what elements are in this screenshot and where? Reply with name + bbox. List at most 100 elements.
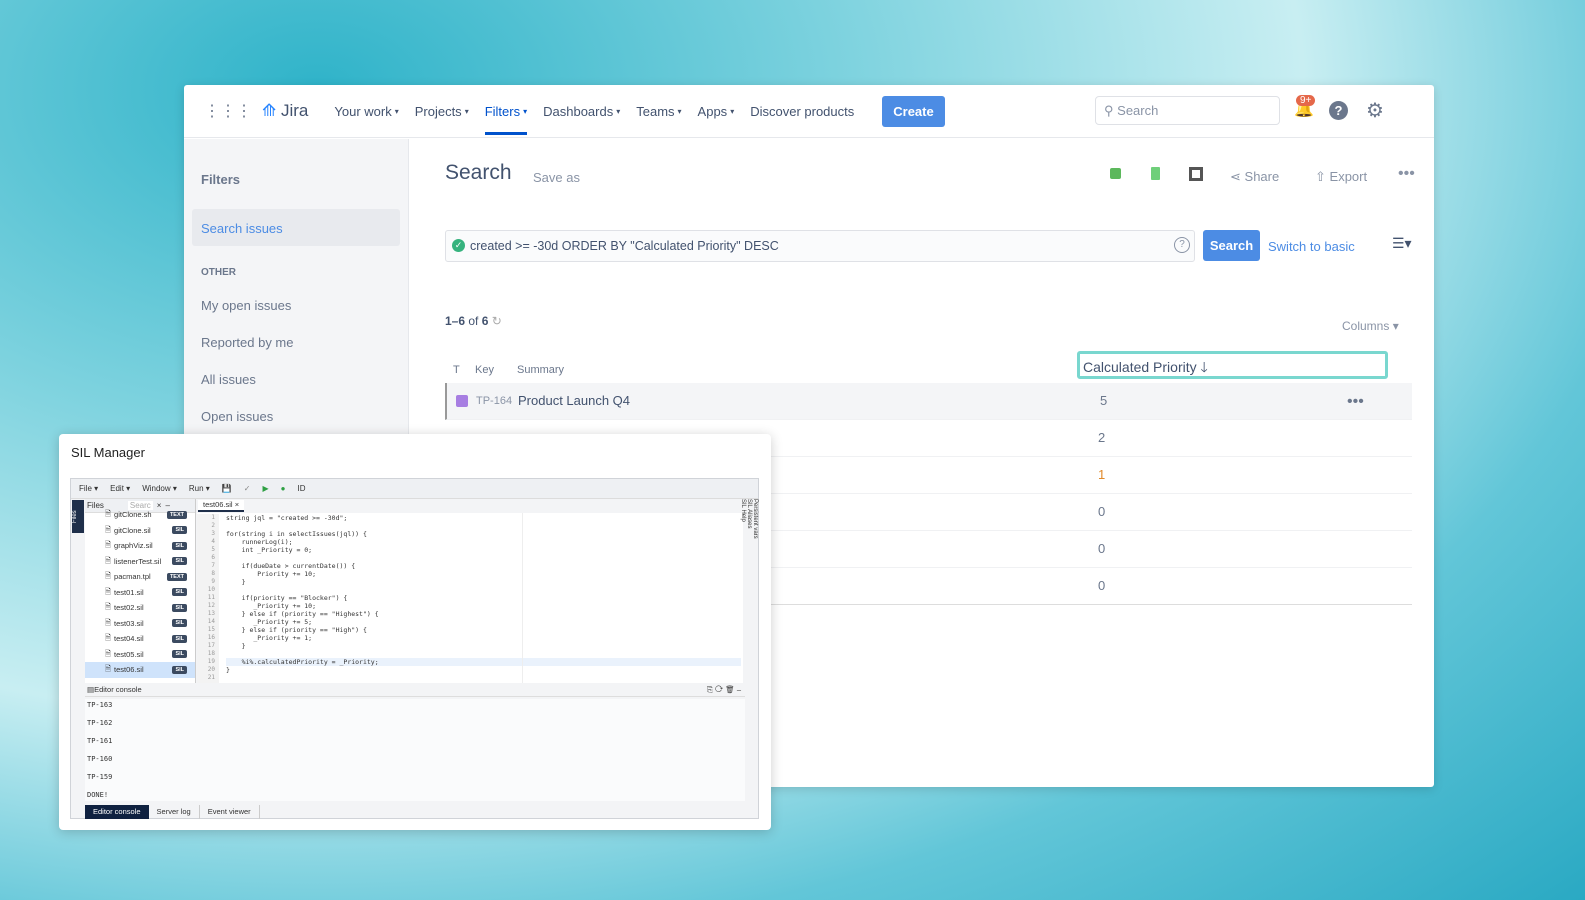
save-as-button[interactable]: Save as (533, 170, 580, 185)
copy-icon[interactable] (1189, 167, 1203, 181)
global-search-input[interactable]: ⚲ Search (1095, 96, 1280, 125)
file-item[interactable]: 🗎 pacman.tpl TEXT (85, 569, 195, 585)
excel-export-icon[interactable] (1110, 168, 1121, 179)
console-actions[interactable]: ⎘ ⟳ 🗑 – (707, 685, 741, 695)
columns-button[interactable]: Columns ▾ (1342, 319, 1399, 333)
files-side-tab[interactable]: Files (72, 500, 84, 533)
jql-query-input[interactable]: ✓ created >= -30d ORDER BY "Calculated Pr… (445, 230, 1195, 262)
nav-dashboards[interactable]: Dashboards ▾ (543, 104, 620, 119)
export-icon: ⇧ (1315, 169, 1326, 184)
file-item[interactable]: 🗎 test06.sil SIL (85, 662, 195, 678)
file-item[interactable]: 🗎 test02.sil SIL (85, 600, 195, 616)
more-actions-icon[interactable]: ••• (1398, 165, 1415, 183)
sidebar-item-search-issues[interactable]: Search issues (192, 209, 400, 246)
nav-your-work[interactable]: Your work ▾ (334, 104, 398, 119)
share-button[interactable]: ⋖ Share (1230, 169, 1279, 185)
file-type-badge: SIL (172, 665, 187, 674)
editor-tab[interactable]: test06.sil × (198, 500, 245, 512)
results-count: 1–6 of 6 ↻ (445, 314, 502, 328)
refresh-icon[interactable]: ↻ (492, 314, 502, 328)
file-item[interactable]: 🗎 test03.sil SIL (85, 616, 195, 632)
file-item[interactable]: 🗎 test01.sil SIL (85, 585, 195, 601)
save-icon[interactable]: 💾 (222, 484, 232, 493)
file-item[interactable]: 🗎 test05.sil SIL (85, 647, 195, 663)
jql-help-icon[interactable]: ? (1174, 237, 1190, 253)
line-number: 21 (207, 674, 215, 681)
calculated-priority-value: 0 (1098, 541, 1106, 556)
menu-window[interactable]: Window ▾ (142, 484, 177, 493)
settings-icon[interactable]: ⚙ (1366, 98, 1384, 123)
export-button[interactable]: ⇧ Export (1315, 169, 1367, 185)
file-icon: 🗎 (105, 571, 112, 581)
row-actions-icon[interactable]: ••• (1347, 393, 1364, 411)
create-button[interactable]: Create (882, 95, 945, 127)
menu-run[interactable]: Run ▾ (189, 484, 210, 493)
console-line: DONE! (87, 791, 109, 799)
sidebar-item-my-open-issues[interactable]: My open issues (201, 298, 291, 313)
sidebar-item-reported-by-me[interactable]: Reported by me (201, 335, 294, 350)
nav-discover-products[interactable]: Discover products (750, 104, 854, 119)
persistent-vars-tab[interactable]: Persistent vars (752, 499, 758, 567)
valid-check-icon: ✓ (452, 239, 465, 252)
nav-filters[interactable]: Filters ▾ (484, 88, 528, 135)
page-title: Search (445, 161, 512, 184)
file-type-badge: SIL (172, 526, 187, 535)
sheet-export-icon[interactable] (1151, 167, 1160, 180)
file-type-badge: TEXT (166, 510, 187, 519)
help-icon[interactable]: ? (1329, 101, 1348, 120)
id-icon[interactable]: ID (298, 484, 306, 493)
tab-editor-console[interactable]: Editor console (85, 805, 149, 819)
issue-summary[interactable]: Product Launch Q4 (518, 393, 630, 408)
debug-icon[interactable]: ● (281, 484, 286, 493)
tab-event-viewer[interactable]: Event viewer (200, 805, 260, 819)
file-item[interactable]: 🗎 graphViz.sil SIL (85, 538, 195, 554)
jira-logo[interactable]: ⟰ Jira (262, 101, 308, 121)
line-number: 6 (211, 554, 215, 561)
file-icon: 🗎 (105, 555, 112, 565)
file-item[interactable]: 🗎 test04.sil SIL (85, 631, 195, 647)
nav-projects[interactable]: Projects ▾ (415, 104, 469, 119)
line-number: 1 (211, 514, 215, 521)
app-switcher-icon[interactable]: ⋮⋮⋮ (204, 101, 252, 121)
menu-edit[interactable]: Edit ▾ (110, 484, 130, 493)
code-line: %i%.calculatedPriority = _Priority; (226, 658, 741, 666)
file-item[interactable]: 🗎 gitClone.sil SIL (85, 523, 195, 539)
file-icon: 🗎 (105, 524, 112, 534)
run-icon[interactable]: ▶ (263, 484, 269, 493)
code-line: Priority += 10; (226, 570, 317, 578)
column-header-summary[interactable]: Summary (517, 364, 564, 376)
check-icon[interactable]: ✓ (244, 484, 251, 493)
view-options-icon[interactable]: ☰▾ (1392, 235, 1412, 252)
column-header-type[interactable]: T (453, 364, 460, 376)
sidebar-item-open-issues[interactable]: Open issues (201, 409, 273, 424)
code-line: } (226, 578, 246, 586)
table-row[interactable]: TP-164 Product Launch Q4 5 ••• (445, 383, 1412, 420)
issue-key[interactable]: TP-164 (476, 395, 512, 407)
nav-apps[interactable]: Apps ▾ (698, 104, 735, 119)
nav-teams[interactable]: Teams ▾ (636, 104, 681, 119)
editor-console-output[interactable]: TP-163 TP-162 TP-161 TP-160 TP-159 DONE! (85, 699, 745, 801)
console-header: ▤Editor console ⎘ ⟳ 🗑 – (85, 685, 745, 697)
line-number: 15 (207, 626, 215, 633)
sil-aliases-tab[interactable]: SIL Aliases (746, 499, 752, 555)
file-item[interactable]: 🗎 gitClone.sh TEXT (85, 507, 195, 523)
file-icon: 🗎 (105, 509, 112, 519)
search-button[interactable]: Search (1203, 230, 1260, 261)
file-type-badge: SIL (172, 619, 187, 628)
console-line: TP-163 (87, 701, 113, 709)
code-line: _Priority += 10; (226, 602, 317, 610)
sil-help-tab[interactable]: SIL Help (740, 499, 746, 522)
sidebar-item-all-issues[interactable]: All issues (201, 372, 256, 387)
column-header-key[interactable]: Key (475, 364, 494, 376)
column-header-calculated-priority[interactable]: Calculated Priority 🡓 (1077, 351, 1388, 379)
file-item[interactable]: 🗎 listenerTest.sil SIL (85, 554, 195, 570)
switch-to-basic-link[interactable]: Switch to basic (1268, 239, 1355, 254)
code-editor[interactable]: 1 2 3 4 5 6 7 8 9 10 11 12 13 14 15 16 17 18 19 20 21 string… (197, 513, 743, 683)
menu-file[interactable]: File ▾ (79, 484, 98, 493)
notifications-icon[interactable]: 🔔 9+ (1294, 95, 1316, 119)
tab-server-log[interactable]: Server log (149, 805, 200, 819)
calculated-priority-value: 0 (1098, 578, 1106, 593)
